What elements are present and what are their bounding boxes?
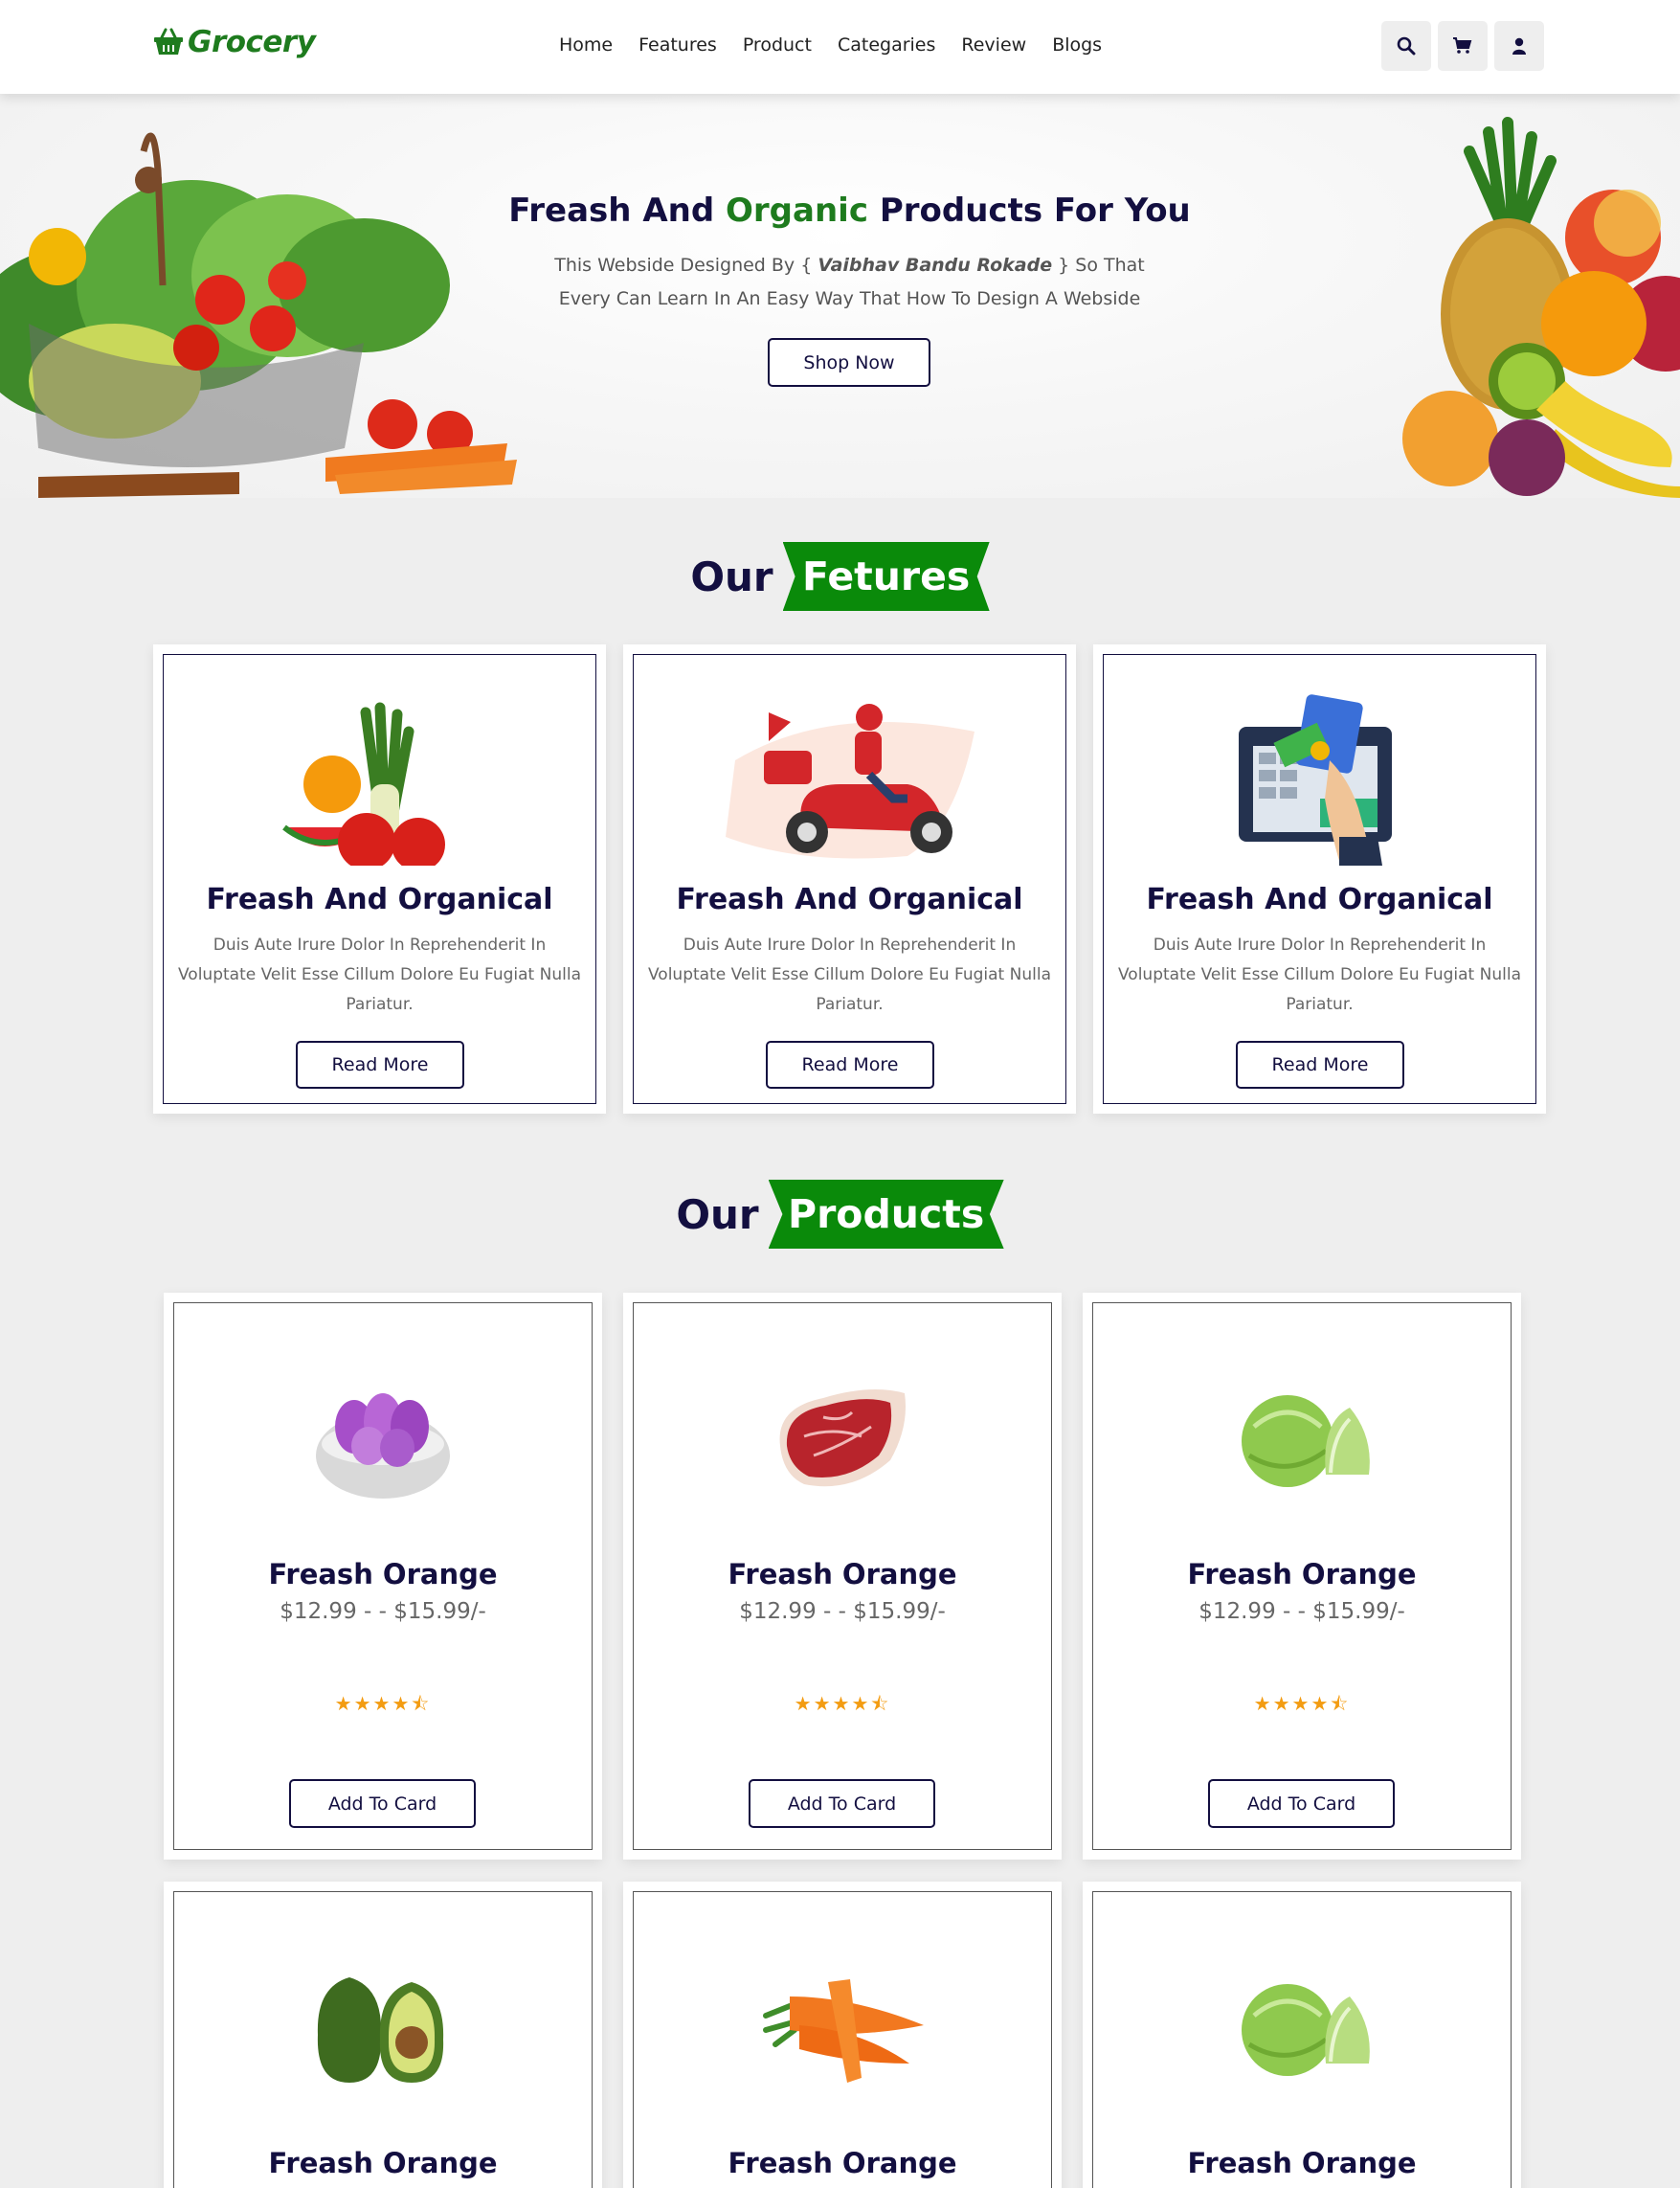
nav-features[interactable]: Features: [638, 34, 717, 56]
hero-description: This Webside Designed By { Vaibhav Bandu…: [526, 249, 1173, 316]
hero-title-part: Freash And: [508, 192, 727, 230]
search-icon: [1397, 36, 1416, 56]
rating-stars: ★★★★⯪: [623, 1690, 1062, 1723]
product-card: Freash Orange: [623, 1882, 1062, 2188]
user-button[interactable]: [1494, 21, 1544, 71]
feature-card: Freash And Organical Duis Aute Irure Dol…: [623, 644, 1076, 1114]
feature-text: Duis Aute Irure Dolor In Reprehenderit I…: [648, 936, 1051, 1014]
site-header: Grocery Home Features Product Categaries…: [0, 0, 1680, 94]
hero-title-highlight: Organic: [726, 192, 868, 230]
hero-banner: Freash And Organic Products For You This…: [0, 94, 1680, 498]
cabbage-photo: [1242, 1395, 1370, 1487]
vegetable-basket-image: [0, 132, 517, 498]
feature-card: Freash And Organical Duis Aute Irure Dol…: [1093, 644, 1546, 1114]
read-more-button[interactable]: Read More: [766, 1041, 934, 1089]
half-star-icon: ⯪: [411, 1692, 432, 1715]
half-star-icon: ⯪: [870, 1692, 891, 1715]
hero-title: Freash And Organic Products For You: [0, 192, 1680, 230]
card-payment-illustration: [1238, 694, 1392, 866]
header-actions: [1381, 21, 1544, 71]
avocado-photo: [317, 1977, 444, 2083]
features-heading-plain: Our: [690, 553, 773, 600]
product-name: Freash Orange: [1187, 2147, 1417, 2179]
hero-text-part: This Webside Designed By {: [554, 255, 818, 276]
carrot-photo: [763, 1979, 924, 2083]
main-nav: Home Features Product Categaries Review …: [559, 34, 1102, 56]
fresh-produce-illustration: [281, 702, 445, 866]
add-to-card-button[interactable]: Add To Card: [1208, 1779, 1395, 1828]
rating-stars: ★★★★⯪: [1083, 1690, 1521, 1723]
product-price: $12.99 - - $15.99/-: [1198, 1599, 1405, 1624]
product-price: $12.99 - - $15.99/-: [739, 1599, 946, 1624]
card-frame: Freash And Organical Duis Aute Irure Dol…: [1103, 654, 1536, 1104]
read-more-button[interactable]: Read More: [296, 1041, 464, 1089]
product-card: Freash Orange $12.99 - - $15.99/- ★★★★⯪ …: [164, 1293, 602, 1860]
rating-stars: ★★★★⯪: [164, 1690, 602, 1723]
nav-categories[interactable]: Categaries: [838, 34, 935, 56]
onion-photo: [316, 1393, 450, 1499]
cart-icon: [1453, 37, 1472, 54]
nav-product[interactable]: Product: [743, 34, 812, 56]
card-frame: Freash And Organical Duis Aute Irure Dol…: [633, 654, 1066, 1104]
logo[interactable]: Grocery: [153, 25, 316, 59]
delivery-scooter-illustration: [725, 704, 974, 859]
user-icon: [1512, 37, 1526, 55]
hero-title-part: Products For You: [867, 192, 1191, 230]
feature-card: Freash And Organical Duis Aute Irure Dol…: [153, 644, 606, 1114]
cart-button[interactable]: [1438, 21, 1488, 71]
feature-title: Freash And Organical: [1146, 883, 1493, 916]
feature-title: Freash And Organical: [676, 883, 1023, 916]
products-heading-ribbon: Products: [768, 1180, 1004, 1249]
hero-author: Vaibhav Bandu Rokade: [818, 255, 1053, 276]
product-name: Freash Orange: [728, 2147, 957, 2179]
product-name: Freash Orange: [1187, 1558, 1417, 1590]
read-more-button[interactable]: Read More: [1236, 1041, 1404, 1089]
product-price: $12.99 - - $15.99/-: [280, 1599, 486, 1624]
product-card: Freash Orange: [164, 1882, 602, 2188]
basket-icon: [154, 28, 183, 55]
product-card: Freash Orange: [1083, 1882, 1521, 2188]
fruit-pile-image: [1402, 117, 1680, 498]
product-name: Freash Orange: [268, 2147, 498, 2179]
star-icon: ★★★★: [1253, 1692, 1331, 1715]
search-button[interactable]: [1381, 21, 1431, 71]
add-to-card-button[interactable]: Add To Card: [289, 1779, 476, 1828]
logo-text: Grocery: [188, 25, 316, 59]
nav-review[interactable]: Review: [961, 34, 1026, 56]
half-star-icon: ⯪: [1330, 1692, 1351, 1715]
nav-home[interactable]: Home: [559, 34, 613, 56]
product-name: Freash Orange: [728, 1558, 957, 1590]
product-name: Freash Orange: [268, 1558, 498, 1590]
star-icon: ★★★★: [334, 1692, 412, 1715]
nav-blogs[interactable]: Blogs: [1052, 34, 1102, 56]
shop-now-button[interactable]: Shop Now: [768, 338, 930, 387]
product-card: Freash Orange $12.99 - - $15.99/- ★★★★⯪ …: [1083, 1293, 1521, 1860]
product-card: Freash Orange $12.99 - - $15.99/- ★★★★⯪ …: [623, 1293, 1062, 1860]
feature-text: Duis Aute Irure Dolor In Reprehenderit I…: [178, 936, 581, 1014]
cabbage-photo: [1242, 1984, 1370, 2076]
products-heading-plain: Our: [676, 1190, 759, 1238]
star-icon: ★★★★: [794, 1692, 871, 1715]
add-to-card-button[interactable]: Add To Card: [749, 1779, 935, 1828]
products-heading: Our Products: [0, 1180, 1680, 1249]
card-frame: Freash And Organical Duis Aute Irure Dol…: [163, 654, 596, 1104]
feature-title: Freash And Organical: [206, 883, 553, 916]
features-heading-ribbon: Fetures: [782, 542, 990, 611]
features-heading: Our Fetures: [0, 542, 1680, 611]
meat-photo: [779, 1389, 906, 1487]
feature-text: Duis Aute Irure Dolor In Reprehenderit I…: [1118, 936, 1521, 1014]
